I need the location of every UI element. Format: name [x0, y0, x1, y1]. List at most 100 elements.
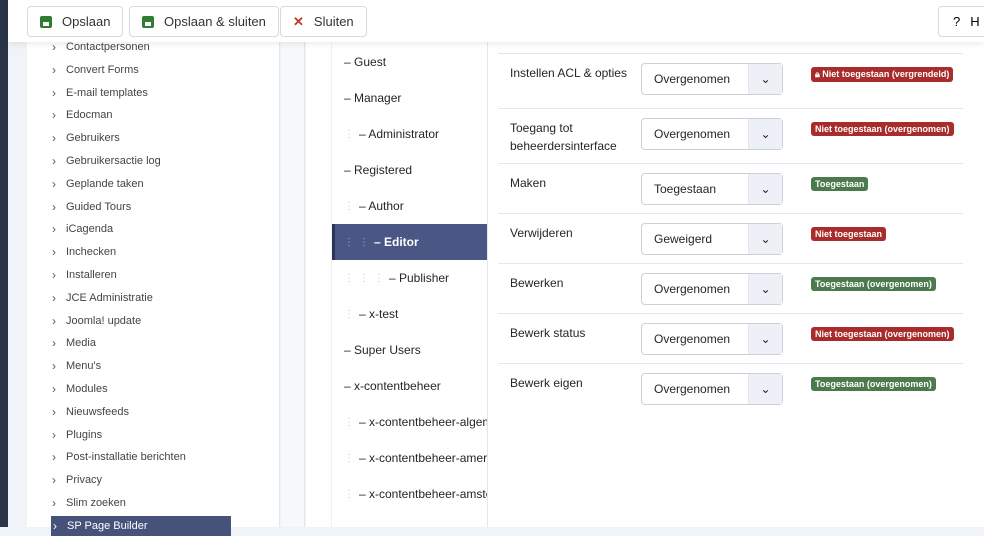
group-item[interactable]: ⋮ – Administrator: [332, 116, 487, 152]
select-value: Overgenomen: [654, 127, 731, 141]
permission-row: Instellen ACL & opties Overgenomen ⌄ 🔒︎ Nie…: [498, 53, 963, 108]
sidebar-item[interactable]: › Post-installatie berichten: [52, 447, 186, 467]
permission-row: Maken Toegestaan ⌄ Toegestaan: [498, 163, 963, 213]
depth-indicator: ⋮: [344, 128, 359, 140]
group-item[interactable]: ⋮ – x-contentbeheer-amste: [332, 476, 487, 512]
badge-text: Toegestaan: [815, 179, 865, 189]
calculated-setting-badge: Toegestaan: [811, 177, 869, 191]
chevron-right-icon: ›: [53, 518, 57, 533]
group-item[interactable]: – Guest: [332, 44, 487, 80]
badge-text: Niet toegestaan (vergrendeld): [822, 69, 950, 79]
group-item[interactable]: ⋮⋮ – Editor: [332, 224, 487, 260]
select-value: Overgenomen: [654, 332, 731, 346]
permission-row: Bewerk eigen Overgenomen ⌄ Toegestaan (over…: [498, 363, 963, 413]
sidebar-item[interactable]: › Gebruikersactie log: [52, 151, 161, 171]
group-item[interactable]: ⋮ – x-contentbeheer-algem: [332, 404, 487, 440]
group-name: – Super Users: [344, 343, 421, 357]
sidebar-item[interactable]: › Edocman: [52, 105, 112, 125]
sidebar-item[interactable]: › Inchecken: [52, 242, 116, 262]
group-item[interactable]: ⋮⋮⋮ – Publisher: [332, 260, 487, 296]
sidebar-item-label: Contactpersonen: [66, 41, 150, 53]
chevron-right-icon: ›: [52, 62, 56, 77]
sidebar-item[interactable]: › E-mail templates: [52, 83, 148, 103]
help-button[interactable]: ? H: [938, 6, 984, 37]
permission-label: Toegang tot beheerdersinterface: [510, 121, 617, 153]
group-list: – Guest – Manager ⋮ – Administrator – Regist…: [331, 42, 488, 527]
chevron-right-icon: ›: [52, 473, 56, 488]
sidebar-item[interactable]: › Gebruikers: [52, 128, 120, 148]
badge-text: Niet toegestaan (overgenomen): [815, 124, 950, 134]
sidebar-item[interactable]: › Media: [52, 333, 96, 353]
group-name: – Editor: [374, 235, 419, 249]
sidebar-item[interactable]: › Slim zoeken: [52, 493, 126, 513]
sidebar-item[interactable]: › Installeren: [52, 265, 117, 285]
sidebar-item-label: SP Page Builder: [67, 519, 148, 532]
chevron-right-icon: ›: [52, 427, 56, 442]
chevron-right-icon: ›: [52, 222, 56, 237]
permission-select[interactable]: Overgenomen ⌄: [641, 63, 783, 95]
sidebar-item-label: Guided Tours: [66, 200, 132, 213]
sidebar-item[interactable]: › Convert Forms: [52, 60, 139, 80]
depth-indicator: ⋮: [344, 452, 359, 464]
group-item[interactable]: ⋮ – Author: [332, 188, 487, 224]
sidebar-item[interactable]: › JCE Administratie: [52, 288, 153, 308]
sidebar-item-label: Menu's: [66, 360, 102, 373]
group-item[interactable]: ⋮ – x-test: [332, 296, 487, 332]
depth-indicator: ⋮: [344, 488, 359, 500]
sidebar-item[interactable]: › Modules: [52, 379, 108, 399]
group-name: – Registered: [344, 163, 413, 177]
sidebar-item[interactable]: › Nieuwsfeeds: [52, 402, 129, 422]
group-name: – x-contentbeheer: [344, 379, 441, 393]
permission-select[interactable]: Overgenomen ⌄: [641, 323, 783, 355]
chevron-down-icon: ⌄: [748, 374, 782, 404]
save-close-button[interactable]: Opslaan & sluiten: [129, 6, 279, 37]
sidebar-item[interactable]: › Geplande taken: [52, 174, 144, 194]
sidebar-item-label: Nieuwsfeeds: [66, 405, 129, 418]
depth-indicator: ⋮⋮⋮: [344, 272, 389, 284]
permission-label: Instellen ACL & opties: [510, 66, 627, 80]
sidebar-item-label: Geplande taken: [66, 177, 144, 190]
permission-label: Verwijderen: [510, 226, 573, 240]
permission-row: Bewerken Overgenomen ⌄ Toegestaan (overgeno…: [498, 263, 963, 313]
group-item[interactable]: – x-contentbeheer: [332, 368, 487, 404]
permission-select[interactable]: Overgenomen ⌄: [641, 373, 783, 405]
group-item[interactable]: – Manager: [332, 80, 487, 116]
permission-label: Bewerken: [510, 276, 564, 290]
sidebar-item-label: Edocman: [66, 109, 113, 122]
permissions-panel: – Guest – Manager ⋮ – Administrator – Regist…: [306, 42, 984, 527]
chevron-down-icon: ⌄: [748, 64, 782, 94]
permission-select[interactable]: Geweigerd ⌄: [641, 223, 783, 255]
sidebar-item[interactable]: › SP Page Builder: [51, 515, 231, 536]
chevron-right-icon: ›: [52, 404, 56, 419]
chevron-right-icon: ›: [52, 131, 56, 146]
permission-row: Verwijderen Geweigerd ⌄ Niet toegestaan: [498, 213, 963, 263]
save-button[interactable]: Opslaan: [27, 6, 124, 37]
sidebar-item[interactable]: › Menu's: [52, 356, 101, 376]
chevron-right-icon: ›: [52, 359, 56, 374]
group-name: – Manager: [344, 91, 402, 105]
permission-label: Bewerk eigen: [510, 376, 583, 390]
sidebar-item[interactable]: › Guided Tours: [52, 197, 131, 217]
group-item[interactable]: – Super Users: [332, 332, 487, 368]
group-name: – Author: [359, 199, 404, 213]
permission-select[interactable]: Overgenomen ⌄: [641, 118, 783, 150]
permission-label: Bewerk status: [510, 326, 586, 340]
select-value: Toegestaan: [654, 182, 717, 196]
sidebar-item[interactable]: › Joomla! update: [52, 311, 141, 331]
chevron-down-icon: ⌄: [748, 174, 782, 204]
group-name: – x-contentbeheer-amers: [359, 451, 488, 465]
close-button[interactable]: ✕ Sluiten: [280, 6, 367, 37]
close-icon: ✕: [293, 13, 304, 29]
sidebar-item[interactable]: › iCagenda: [52, 219, 113, 239]
sidebar-item[interactable]: › Plugins: [52, 425, 102, 445]
sidebar-item[interactable]: › Privacy: [52, 470, 102, 490]
chevron-down-icon: ⌄: [748, 224, 782, 254]
save-icon: [142, 15, 154, 28]
group-item[interactable]: – Registered: [332, 152, 487, 188]
calculated-setting-badge: 🔒︎ Niet toegestaan (vergrendeld): [811, 67, 954, 82]
save-icon: [40, 15, 52, 28]
group-name: – x-test: [359, 307, 399, 321]
permission-select[interactable]: Overgenomen ⌄: [641, 273, 783, 305]
group-item[interactable]: ⋮ – x-contentbeheer-amers: [332, 440, 488, 476]
permission-select[interactable]: Toegestaan ⌄: [641, 173, 783, 205]
